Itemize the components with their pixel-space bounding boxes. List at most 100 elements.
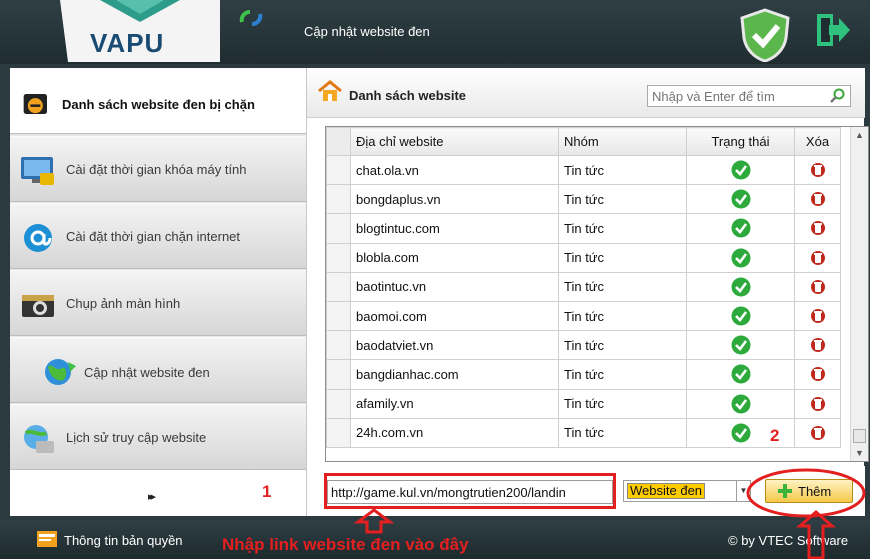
trash-icon[interactable]	[810, 161, 825, 179]
sidebar-item-screenshot[interactable]: Chụp ảnh màn hình	[10, 270, 306, 336]
scroll-down-arrow-icon[interactable]: ▼	[851, 445, 868, 461]
row-selector[interactable]	[326, 388, 351, 419]
table-row[interactable]: baomoi.com Tin tức	[326, 300, 841, 332]
license-link[interactable]: Thông tin bản quyền	[64, 533, 183, 548]
annotation-box-url	[324, 473, 616, 509]
table-row[interactable]: 24h.com.vn Tin tức	[326, 417, 841, 448]
sidebar-item-label: Lịch sử truy cập website	[66, 430, 207, 445]
table-row[interactable]: blobla.com Tin tức	[326, 242, 841, 273]
cell-delete	[794, 154, 841, 186]
table-row[interactable]: blogtintuc.com Tin tức	[326, 213, 841, 244]
table-row[interactable]: baodatviet.vn Tin tức	[326, 330, 841, 361]
sidebar-item-label: Cập nhật website đen	[84, 365, 210, 380]
table-row[interactable]: chat.ola.vn Tin tức	[326, 154, 841, 186]
sidebar: Danh sách website đen bị chặn Cài đặt th…	[10, 68, 306, 516]
trash-icon[interactable]	[810, 190, 825, 208]
row-selector[interactable]	[326, 417, 351, 448]
trash-icon[interactable]	[810, 424, 825, 442]
refresh-icon[interactable]	[238, 8, 264, 28]
cell-group: Tin tức	[558, 242, 687, 273]
table-row[interactable]: baotintuc.vn Tin tức	[326, 271, 841, 302]
cell-status	[686, 271, 795, 302]
row-selector[interactable]	[326, 154, 351, 186]
table-row[interactable]: afamily.vn Tin tức	[326, 388, 841, 419]
cell-group: Tin tức	[558, 213, 687, 244]
cell-url: baotintuc.vn	[350, 271, 559, 302]
cell-group: Tin tức	[558, 330, 687, 361]
row-selector[interactable]	[326, 242, 351, 273]
sidebar-item-label: Danh sách website đen bị chặn	[62, 97, 255, 112]
sidebar-item-label: Cài đặt thời gian khóa máy tính	[66, 162, 247, 177]
website-table: Địa chỉ website Nhóm Trạng thái Xóa chat…	[325, 126, 869, 462]
cell-url: bongdaplus.vn	[350, 184, 559, 215]
sidebar-item-internet-block[interactable]: Cài đặt thời gian chặn internet	[10, 203, 306, 269]
camera-icon	[22, 295, 54, 317]
sidebar-item-blocked-sites[interactable]: Danh sách website đen bị chặn	[10, 68, 306, 134]
cell-group: Tin tức	[558, 300, 687, 332]
row-selector[interactable]	[326, 359, 351, 390]
exit-icon[interactable]	[815, 12, 851, 48]
check-circle-icon	[731, 335, 750, 355]
category-selected-value: Website đen	[627, 483, 706, 499]
cell-delete	[794, 300, 841, 332]
vertical-scrollbar[interactable]: ▲ ▼	[850, 127, 868, 461]
check-circle-icon	[731, 160, 750, 180]
annotation-arrow-up-add	[796, 510, 836, 559]
app-logo: VAPU	[60, 0, 220, 62]
sidebar-item-computer-lock[interactable]: Cài đặt thời gian khóa máy tính	[10, 136, 306, 202]
cell-group: Tin tức	[558, 154, 687, 186]
cell-url: blogtintuc.com	[350, 213, 559, 244]
sidebar-item-update-blacklist[interactable]: Cập nhật website đen	[10, 337, 306, 403]
column-header-delete[interactable]: Xóa	[794, 127, 841, 156]
cell-url: baomoi.com	[350, 300, 559, 332]
cell-delete	[794, 388, 841, 419]
row-selector[interactable]	[326, 271, 351, 302]
trash-icon[interactable]	[810, 395, 825, 413]
search-input[interactable]	[648, 86, 824, 106]
category-select[interactable]: Website đen ▼	[623, 480, 751, 502]
trash-icon[interactable]	[810, 307, 825, 325]
cell-status	[686, 330, 795, 361]
check-circle-icon	[731, 189, 750, 209]
table-row[interactable]: bangdianhac.com Tin tức	[326, 359, 841, 390]
cell-group: Tin tức	[558, 271, 687, 302]
search-icon[interactable]	[830, 88, 846, 104]
row-selector[interactable]	[326, 213, 351, 244]
trash-icon[interactable]	[810, 278, 825, 296]
row-selector[interactable]	[326, 184, 351, 215]
select-all-corner[interactable]	[326, 127, 351, 156]
at-sign-icon	[24, 224, 52, 252]
cell-delete	[794, 359, 841, 390]
trash-icon[interactable]	[810, 336, 825, 354]
trash-icon[interactable]	[810, 219, 825, 237]
cell-delete	[794, 417, 841, 448]
cell-status	[686, 213, 795, 244]
home-icon	[318, 80, 342, 101]
cell-url: 24h.com.vn	[350, 417, 559, 448]
cell-status	[686, 242, 795, 273]
column-header-url[interactable]: Địa chỉ website	[350, 127, 559, 156]
check-circle-icon	[731, 423, 750, 443]
cell-delete	[794, 330, 841, 361]
sidebar-item-history[interactable]: Lịch sử truy cập website	[10, 404, 306, 470]
scroll-thumb[interactable]	[853, 429, 866, 443]
column-header-status[interactable]: Trạng thái	[686, 127, 795, 156]
table-row[interactable]: bongdaplus.vn Tin tức	[326, 184, 841, 215]
cell-status	[686, 154, 795, 186]
globe-update-icon	[45, 359, 76, 385]
row-selector[interactable]	[326, 330, 351, 361]
sidebar-item-label: Cài đặt thời gian chặn internet	[66, 229, 241, 244]
cell-url: bangdianhac.com	[350, 359, 559, 390]
check-circle-icon	[731, 218, 750, 238]
scroll-up-arrow-icon[interactable]: ▲	[851, 127, 868, 143]
check-circle-icon	[731, 364, 750, 384]
cell-url: baodatviet.vn	[350, 330, 559, 361]
trash-icon[interactable]	[810, 365, 825, 383]
cell-group: Tin tức	[558, 184, 687, 215]
trash-icon[interactable]	[810, 249, 825, 267]
license-icon	[37, 531, 57, 547]
column-header-group[interactable]: Nhóm	[558, 127, 687, 156]
page-title: Danh sách website	[349, 88, 467, 103]
cell-group: Tin tức	[558, 359, 687, 390]
row-selector[interactable]	[326, 300, 351, 332]
